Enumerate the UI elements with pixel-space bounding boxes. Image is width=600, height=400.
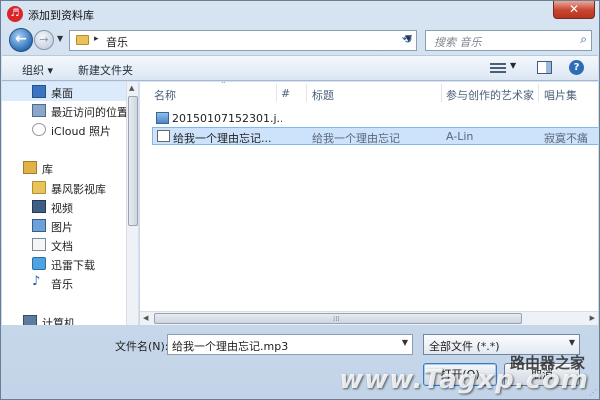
title-bar: ♬ 添加到资料库 ✕ bbox=[1, 1, 599, 27]
sidebar-item-label: iCloud 照片 bbox=[51, 125, 111, 138]
resize-grip-icon[interactable]: ⋰ bbox=[589, 388, 597, 397]
documents-icon bbox=[32, 238, 46, 251]
file-artist: A-Lin bbox=[446, 130, 474, 143]
download-icon bbox=[32, 257, 46, 270]
sidebar-item-label: 暴风影视库 bbox=[51, 183, 106, 196]
sidebar-item-desktop[interactable]: 桌面 bbox=[2, 82, 126, 101]
filename-label: 文件名(N): bbox=[115, 340, 169, 353]
sidebar-item-label: 文档 bbox=[51, 240, 73, 253]
sidebar-item-pictures[interactable]: 图片 bbox=[2, 216, 126, 235]
folder-icon bbox=[76, 35, 89, 45]
scrollbar-thumb[interactable] bbox=[128, 96, 138, 226]
column-header-artist[interactable]: 参与创作的艺术家 bbox=[446, 82, 542, 104]
organize-menu[interactable]: 组织 ▾ bbox=[22, 62, 53, 78]
dialog-window: ♬ 添加到资料库 ✕ ← → ▼ ▸ 音乐 ▼ ⟲ 搜索 音乐 ⌕ 组织 ▾ 新… bbox=[0, 0, 600, 400]
sidebar-item-music[interactable]: ♪ 音乐 bbox=[2, 273, 126, 292]
filetype-dropdown-icon[interactable]: ▼ bbox=[569, 338, 575, 347]
sidebar-item-baofeng[interactable]: 暴风影视库 bbox=[2, 178, 126, 197]
help-icon[interactable]: ? bbox=[569, 60, 584, 75]
app-icon: ♬ bbox=[7, 6, 23, 22]
preview-pane-icon[interactable] bbox=[537, 61, 552, 74]
filetype-value: 全部文件 (*.*) bbox=[429, 340, 500, 353]
sidebar-item-libraries[interactable]: 库 bbox=[2, 158, 126, 177]
file-name: 给我一个理由忘记... bbox=[173, 132, 272, 145]
column-divider[interactable] bbox=[276, 84, 277, 102]
audio-file-icon bbox=[157, 130, 170, 142]
column-header-album[interactable]: 唱片集 bbox=[544, 82, 598, 104]
search-placeholder: 搜索 音乐 bbox=[434, 36, 482, 49]
sidebar-item-thunder-downloads[interactable]: 迅雷下载 bbox=[2, 254, 126, 273]
sidebar-item-label: 图片 bbox=[51, 221, 73, 234]
sidebar-item-label: 音乐 bbox=[51, 278, 73, 291]
window-title: 添加到资料库 bbox=[28, 9, 94, 22]
filename-dropdown-icon[interactable]: ▼ bbox=[402, 338, 408, 347]
file-row[interactable]: 20150107152301.j... bbox=[152, 110, 598, 128]
pictures-icon bbox=[32, 219, 46, 232]
file-title: 给我一个理由忘记 bbox=[312, 132, 400, 145]
column-header-title[interactable]: 标题 bbox=[312, 82, 440, 104]
column-header-name[interactable]: ⌃ 名称 bbox=[154, 82, 276, 104]
horizontal-scrollbar[interactable]: ◀ ⁞⁞⁞ ▶ bbox=[140, 311, 598, 325]
view-dropdown-icon[interactable]: ▼ bbox=[510, 61, 516, 70]
video-icon bbox=[32, 200, 46, 213]
change-view-icon[interactable] bbox=[490, 61, 506, 75]
file-list: ⌃ 名称 # 标题 参与创作的艺术家 唱片集 20150107152301.j.… bbox=[140, 82, 598, 325]
computer-icon bbox=[23, 315, 37, 325]
sort-ascending-icon: ⌃ bbox=[220, 82, 227, 89]
grip-icon: ⁞⁞⁞ bbox=[333, 315, 340, 323]
sidebar-item-label: 最近访问的位置 bbox=[51, 106, 128, 119]
desktop-icon bbox=[32, 85, 46, 98]
sidebar-item-icloud-photos[interactable]: iCloud 照片 bbox=[2, 120, 126, 139]
file-name: 20150107152301.j... bbox=[172, 112, 282, 125]
sidebar-item-label: 计算机 bbox=[42, 317, 75, 325]
column-divider[interactable] bbox=[306, 84, 307, 102]
file-row[interactable]: 给我一个理由忘记... 给我一个理由忘记 A-Lin 寂寞不痛 bbox=[152, 127, 598, 145]
file-album: 寂寞不痛 bbox=[544, 132, 588, 145]
sidebar-item-recent-places[interactable]: 最近访问的位置 bbox=[2, 101, 128, 120]
filename-value: 给我一个理由忘记.mp3 bbox=[172, 340, 289, 353]
address-bar[interactable]: ▸ 音乐 ▼ bbox=[69, 30, 417, 51]
scroll-right-icon[interactable]: ▶ bbox=[590, 314, 595, 322]
filename-input[interactable]: 给我一个理由忘记.mp3 ▼ bbox=[167, 334, 413, 355]
scroll-left-icon[interactable]: ◀ bbox=[143, 314, 148, 322]
sidebar-scrollbar[interactable]: ▲ bbox=[126, 82, 138, 325]
sidebar-item-label: 桌面 bbox=[51, 87, 73, 100]
sidebar-item-label: 迅雷下载 bbox=[51, 259, 95, 272]
scrollbar-thumb[interactable]: ⁞⁞⁞ bbox=[154, 313, 522, 324]
column-divider[interactable] bbox=[441, 84, 442, 102]
scroll-up-icon[interactable]: ▲ bbox=[129, 84, 134, 92]
navigation-pane: 桌面 最近访问的位置 iCloud 照片 库 暴风影视库 视频 图片 文档 迅雷… bbox=[2, 82, 139, 325]
refresh-button[interactable]: ⟲ bbox=[398, 31, 415, 48]
sidebar-item-label: 视频 bbox=[51, 202, 73, 215]
breadcrumb-separator-icon[interactable]: ▸ bbox=[94, 34, 99, 44]
search-input[interactable]: 搜索 音乐 ⌕ bbox=[425, 30, 592, 51]
sidebar-item-computer[interactable]: 计算机 bbox=[2, 312, 126, 325]
sidebar-item-documents[interactable]: 文档 bbox=[2, 235, 126, 254]
folder-icon bbox=[32, 181, 46, 194]
recent-places-icon bbox=[32, 104, 46, 117]
command-toolbar: 组织 ▾ 新建文件夹 ▼ ? bbox=[2, 55, 598, 81]
recent-pages-dropdown-icon[interactable]: ▼ bbox=[57, 34, 63, 43]
close-button[interactable]: ✕ bbox=[553, 1, 595, 19]
music-icon: ♪ bbox=[32, 274, 41, 289]
breadcrumb-music[interactable]: 音乐 bbox=[106, 34, 128, 50]
library-icon bbox=[23, 161, 37, 174]
column-divider[interactable] bbox=[538, 84, 539, 102]
watermark-url: www.Tagxp.com bbox=[339, 365, 589, 395]
sidebar-item-label: 库 bbox=[42, 163, 53, 176]
image-file-icon bbox=[156, 112, 169, 124]
navigation-row: ← → ▼ ▸ 音乐 ▼ ⟲ 搜索 音乐 ⌕ bbox=[1, 27, 599, 53]
new-folder-button[interactable]: 新建文件夹 bbox=[78, 62, 133, 78]
search-icon[interactable]: ⌕ bbox=[580, 32, 587, 47]
back-button[interactable]: ← bbox=[9, 28, 33, 52]
sidebar-item-videos[interactable]: 视频 bbox=[2, 197, 126, 216]
icloud-icon bbox=[32, 123, 46, 136]
forward-button[interactable]: → bbox=[34, 30, 54, 50]
